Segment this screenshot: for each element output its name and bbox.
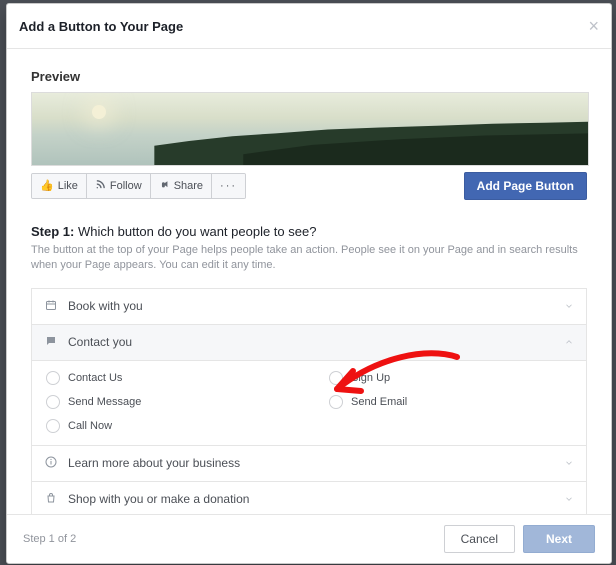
step-description: The button at the top of your Page helps…: [31, 243, 587, 274]
category-learn-label: Learn more about your business: [68, 456, 240, 470]
category-book-label: Book with you: [68, 299, 143, 313]
category-contact-label: Contact you: [68, 335, 132, 349]
share-icon: [159, 179, 170, 193]
option-send-message-label: Send Message: [68, 396, 141, 408]
radio-icon: [329, 395, 343, 409]
next-button[interactable]: Next: [523, 525, 595, 553]
category-shop-label: Shop with you or make a donation: [68, 492, 249, 506]
rss-icon: [95, 179, 106, 193]
like-label: Like: [58, 180, 78, 192]
radio-icon: [46, 395, 60, 409]
step-question: Which button do you want people to see?: [74, 224, 316, 239]
option-send-email[interactable]: Send Email: [329, 395, 572, 409]
add-page-button[interactable]: Add Page Button: [464, 172, 587, 200]
share-label: Share: [174, 180, 203, 192]
like-button[interactable]: 👍 Like: [32, 174, 87, 198]
thumbs-up-icon: 👍: [40, 181, 54, 192]
cancel-button[interactable]: Cancel: [444, 525, 515, 553]
option-call-now-label: Call Now: [68, 420, 112, 432]
category-learn-more[interactable]: Learn more about your business: [32, 446, 586, 482]
dialog-title: Add a Button to Your Page: [19, 19, 183, 34]
category-book-with-you[interactable]: Book with you: [32, 289, 586, 325]
chevron-up-icon: [564, 337, 574, 347]
step-indicator: Step 1 of 2: [23, 533, 76, 545]
page-actions-bar: 👍 Like Follow Share: [31, 172, 587, 200]
info-icon: [44, 456, 58, 471]
category-contact-you[interactable]: Contact you: [32, 325, 586, 361]
footer-buttons: Cancel Next: [444, 525, 595, 553]
category-contact-options: Contact Us Sign Up Send Message Send Ema…: [32, 361, 586, 446]
bag-icon: [44, 492, 58, 507]
close-icon[interactable]: ×: [588, 17, 599, 35]
radio-icon: [46, 419, 60, 433]
follow-label: Follow: [110, 180, 142, 192]
preview-heading: Preview: [31, 69, 587, 84]
add-button-dialog: Add a Button to Your Page × Preview 👍 Li…: [6, 3, 612, 564]
cover-sun: [92, 105, 106, 119]
follow-button[interactable]: Follow: [87, 174, 151, 198]
option-call-now[interactable]: Call Now: [46, 419, 289, 433]
radio-icon: [46, 371, 60, 385]
radio-icon: [329, 371, 343, 385]
option-sign-up[interactable]: Sign Up: [329, 371, 572, 385]
share-button[interactable]: Share: [151, 174, 212, 198]
cover-photo-preview: [31, 92, 589, 166]
chevron-down-icon: [564, 301, 574, 311]
chevron-down-icon: [564, 458, 574, 468]
option-contact-us-label: Contact Us: [68, 372, 122, 384]
chevron-down-icon: [564, 494, 574, 504]
option-send-email-label: Send Email: [351, 396, 407, 408]
chat-icon: [44, 335, 58, 350]
option-sign-up-label: Sign Up: [351, 372, 390, 384]
dialog-footer: Step 1 of 2 Cancel Next: [7, 514, 611, 563]
option-send-message[interactable]: Send Message: [46, 395, 289, 409]
more-button[interactable]: ···: [212, 174, 245, 198]
dialog-body: Preview 👍 Like Follow: [7, 49, 611, 514]
category-shop-donate[interactable]: Shop with you or make a donation: [32, 482, 586, 514]
button-category-accordion: Book with you Contact you Contact Us Sig…: [31, 288, 587, 514]
step-prefix: Step 1:: [31, 224, 74, 239]
ellipsis-icon: ···: [220, 180, 237, 192]
dialog-header: Add a Button to Your Page ×: [7, 4, 611, 49]
option-contact-us[interactable]: Contact Us: [46, 371, 289, 385]
step-title: Step 1: Which button do you want people …: [31, 224, 587, 239]
calendar-icon: [44, 299, 58, 314]
page-action-group: 👍 Like Follow Share: [31, 173, 246, 199]
